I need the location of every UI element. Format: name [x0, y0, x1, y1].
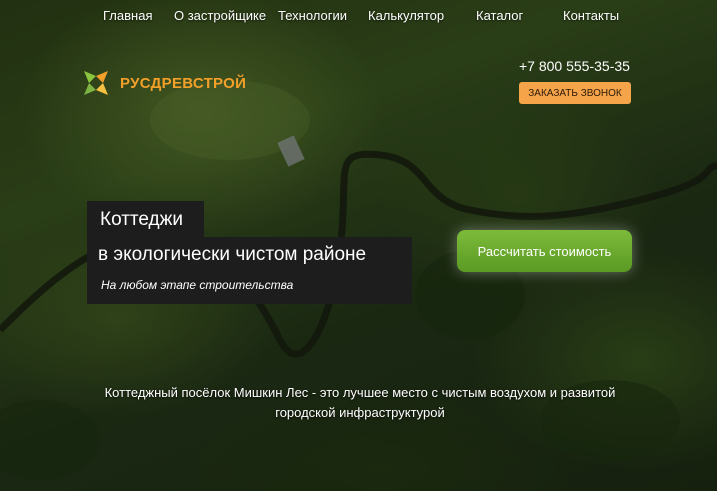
- nav-item-home[interactable]: Главная: [103, 8, 152, 23]
- nav-item-contacts[interactable]: Контакты: [563, 8, 619, 23]
- brand-name: РУСДРЕВСТРОЙ: [120, 74, 247, 92]
- hero-title-box: Коттеджи: [87, 201, 204, 237]
- brand-logo[interactable]: РУСДРЕВСТРОЙ: [80, 67, 246, 99]
- callback-button[interactable]: ЗАКАЗАТЬ ЗВОНОК: [519, 82, 631, 104]
- calculate-cost-button[interactable]: Рассчитать стоимость: [457, 230, 632, 272]
- project-description: Коттеджный посёлок Мишкин Лес - это лучш…: [104, 385, 616, 420]
- nav-item-calculator[interactable]: Калькулятор: [368, 8, 444, 23]
- nav-item-technologies[interactable]: Технологии: [278, 8, 347, 23]
- hero-title-line2: в экологически чистом районе: [98, 244, 367, 265]
- hero-subtitle: На любом этапе строительства: [101, 278, 294, 292]
- main-nav: Главная О застройщике Технологии Калькул…: [0, 8, 717, 26]
- hero-subtitle-box: в экологически чистом районе На любом эт…: [87, 237, 412, 304]
- hero-title-line1: Коттеджи: [100, 209, 183, 230]
- nav-item-about[interactable]: О застройщике: [174, 8, 266, 23]
- logo-icon: [84, 71, 108, 95]
- nav-item-catalog[interactable]: Каталог: [476, 8, 523, 23]
- phone-number[interactable]: +7 800 555-35-35: [519, 58, 630, 74]
